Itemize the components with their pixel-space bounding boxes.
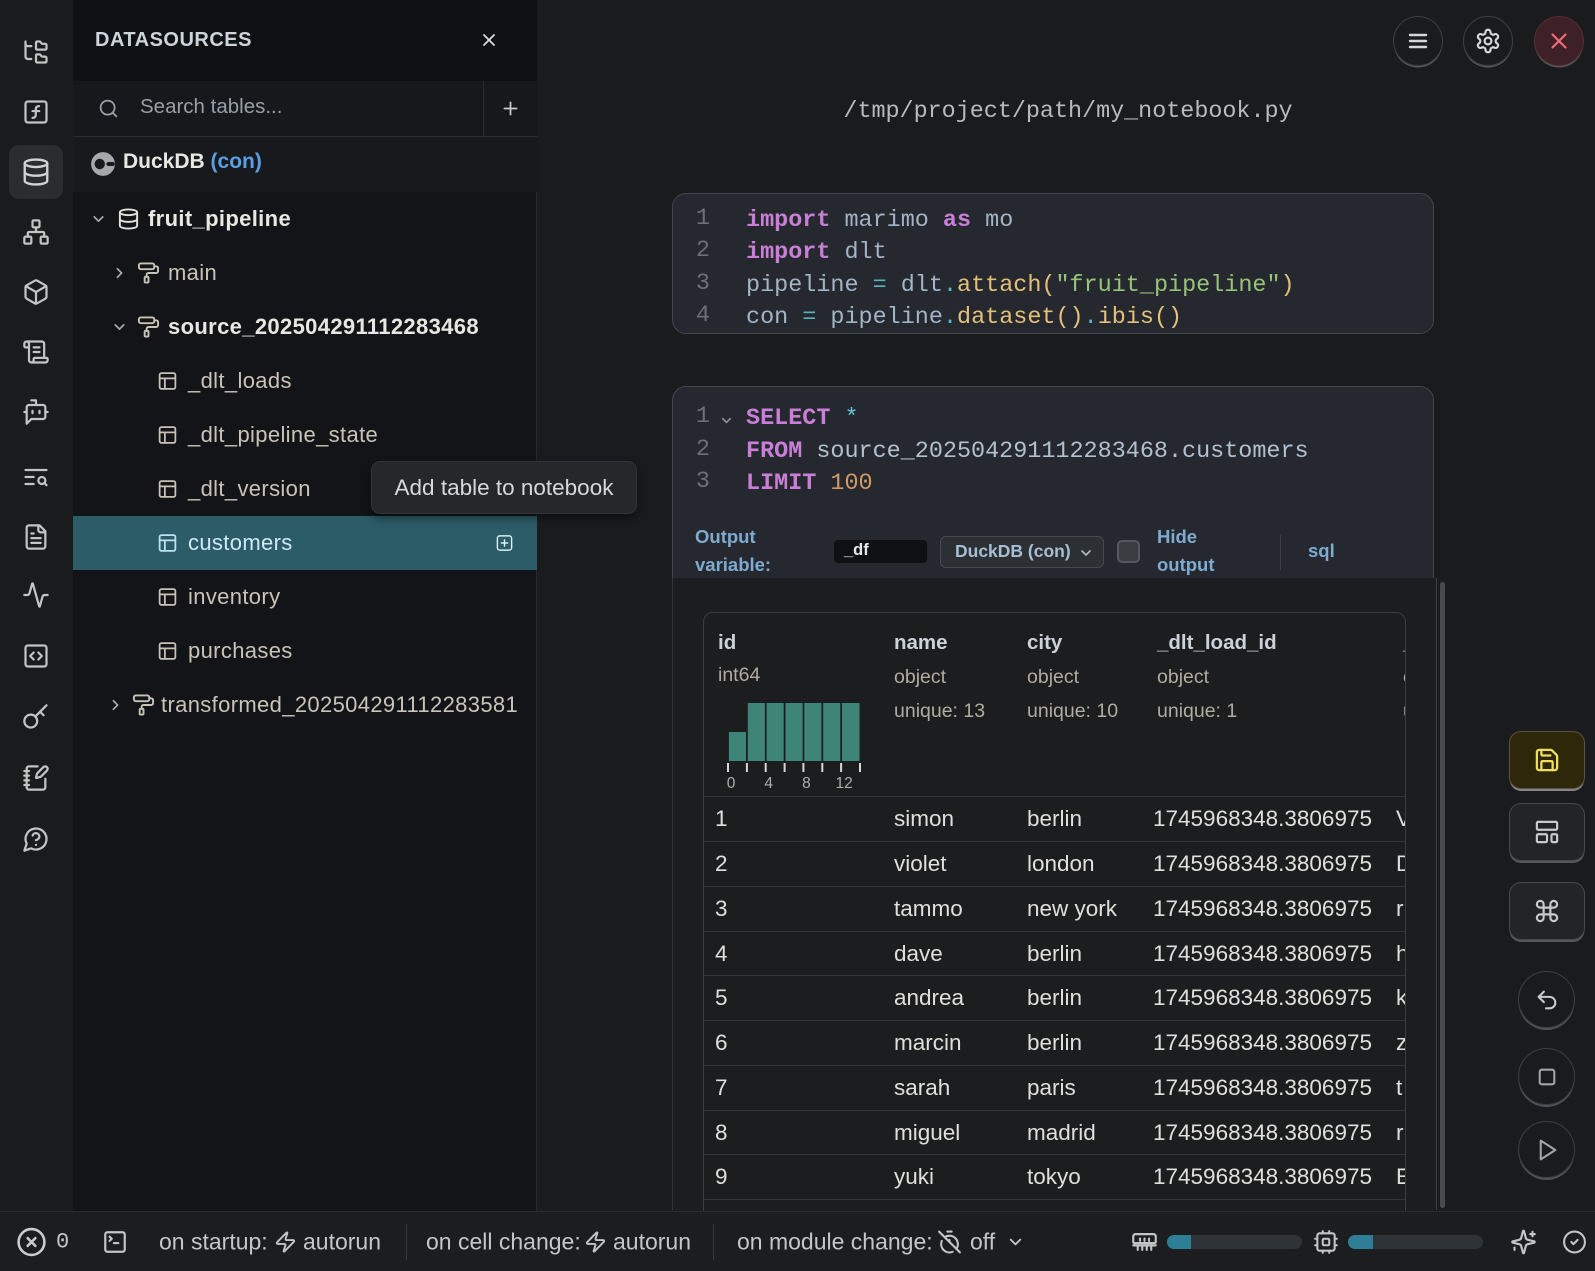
svg-text:12: 12 bbox=[835, 775, 852, 792]
svg-text:0: 0 bbox=[727, 775, 736, 792]
svg-text:4: 4 bbox=[764, 775, 773, 792]
svg-text:8: 8 bbox=[802, 775, 811, 792]
